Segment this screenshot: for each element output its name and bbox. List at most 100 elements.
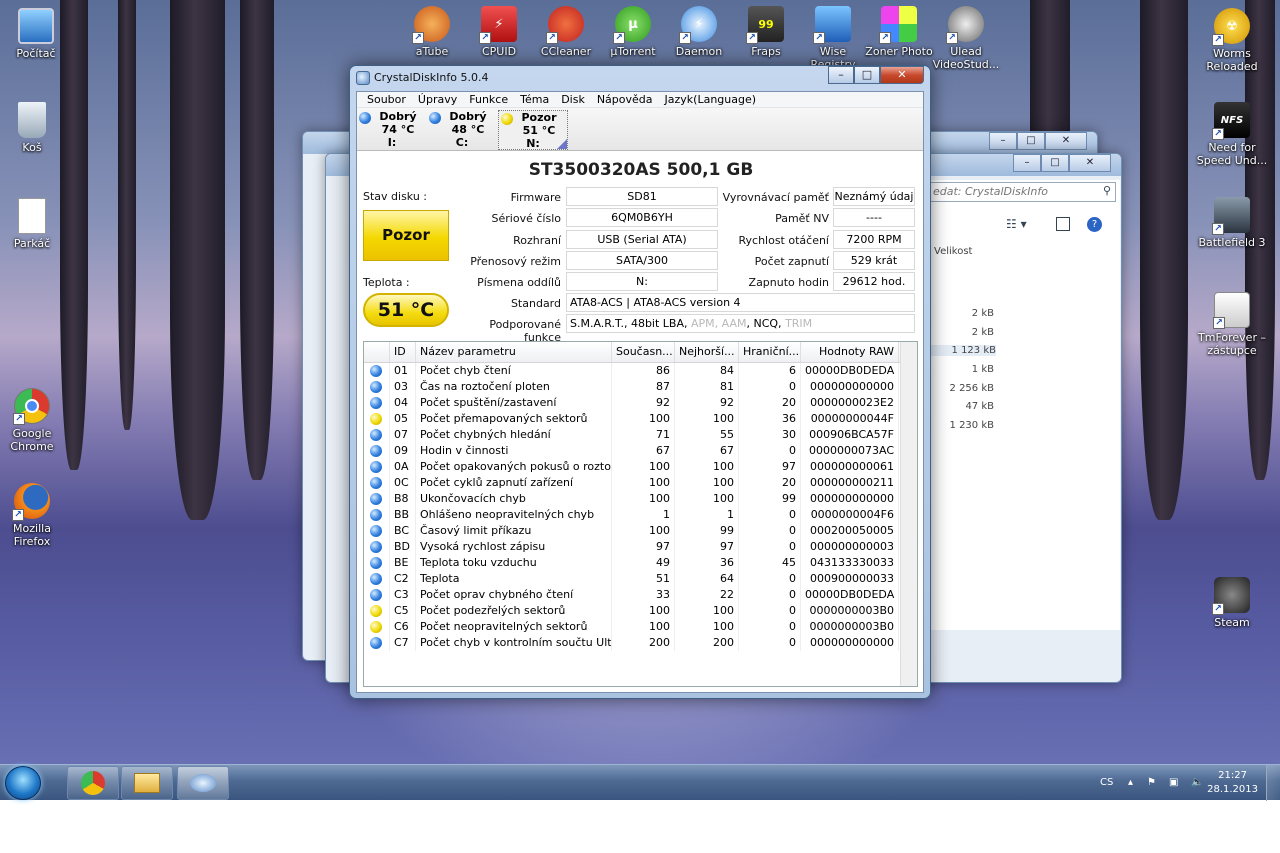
column-header-name[interactable]: Název parametru [416, 342, 612, 362]
desktop-icon-atube[interactable]: ↗ aTube [396, 6, 468, 58]
table-row[interactable]: C5 Počet podezřelých sektorů 100 100 0 000000… [364, 603, 917, 619]
table-row[interactable]: BB Ohlášeno neopravitelných chyb 1 1 0 000000… [364, 507, 917, 523]
desktop-icon-ccleaner[interactable]: ↗ CCleaner [530, 6, 602, 58]
desktop-icon-battlefield[interactable]: ↗ Battlefield 3 [1196, 197, 1268, 249]
desktop-icon-label: Worms Reloaded [1206, 47, 1258, 73]
start-button[interactable] [5, 766, 41, 800]
menu-functions[interactable]: Funkce [463, 92, 514, 107]
desktop-icon-recycle-bin[interactable]: Koš [0, 102, 68, 154]
table-row[interactable]: 0A Počet opakovaných pokusů o rozto... 100… [364, 459, 917, 475]
table-scrollbar[interactable] [900, 342, 917, 686]
status-good-icon [370, 589, 382, 601]
status-cell [364, 443, 390, 459]
threshold-value: 6 [739, 363, 801, 379]
features-value: S.M.A.R.T., 48bit LBA, APM, AAM, NCQ, TR… [566, 314, 915, 333]
show-desktop-button[interactable] [1266, 765, 1280, 801]
standard-label: Standard [510, 297, 561, 310]
disk-tab-c[interactable]: Dobrý 48 °C C: [427, 110, 497, 150]
table-row[interactable]: 07 Počet chybných hledání 71 55 30 000906BCA5… [364, 427, 917, 443]
status-cell [364, 619, 390, 635]
utorrent-icon: µ ↗ [613, 6, 651, 44]
table-row[interactable]: 03 Čas na roztočení ploten 87 81 0 0000000000… [364, 379, 917, 395]
taskbar-chrome-button[interactable] [67, 766, 119, 800]
desktop-icon-utorrent[interactable]: µ ↗ µTorrent [597, 6, 669, 58]
selected-corner-icon [557, 139, 567, 149]
status-cell [364, 379, 390, 395]
table-row[interactable]: BC Časový limit příkazu 100 99 0 000200050005 [364, 523, 917, 539]
view-options-icon[interactable]: ☷ ▾ [1006, 217, 1027, 231]
desktop-icon-computer[interactable]: Počítač [0, 8, 72, 60]
language-indicator[interactable]: CS [1100, 765, 1113, 801]
help-icon[interactable]: ? [1087, 217, 1102, 232]
table-row[interactable]: 05 Počet přemapovaných sektorů 100 100 36 000… [364, 411, 917, 427]
desktop-icon-zoner-photo[interactable]: ↗ Zoner Photo [863, 6, 935, 58]
show-hidden-icons-button[interactable]: ▴ [1128, 765, 1133, 801]
column-header-status[interactable] [364, 342, 390, 362]
menu-theme[interactable]: Téma [514, 92, 555, 107]
threshold-value: 20 [739, 395, 801, 411]
column-header-current[interactable]: Současn... [612, 342, 675, 362]
attribute-id: BD [390, 539, 416, 555]
disk-tab-i[interactable]: Dobrý 74 °C I: [357, 110, 427, 150]
desktop-icon-chrome[interactable]: ↗ Google Chrome [0, 388, 68, 453]
status-good-icon [370, 493, 382, 505]
menu-disk[interactable]: Disk [555, 92, 591, 107]
table-row[interactable]: C3 Počet oprav chybného čtení 33 22 0 00000DB… [364, 587, 917, 603]
raw-value: 000000000000 [801, 635, 899, 651]
attribute-name: Časový limit příkazu [416, 523, 612, 539]
table-row[interactable]: 0C Počet cyklů zapnutí zařízení 100 100 20 00… [364, 475, 917, 491]
table-row[interactable]: C2 Teplota 51 64 0 000900000033 [364, 571, 917, 587]
maximize-button[interactable]: □ [854, 66, 880, 84]
explorer-search-input[interactable]: edat: CrystalDiskInfo ⚲ [928, 182, 1116, 202]
nv-cache-label: Paměť NV [775, 212, 829, 225]
action-center-flag-icon[interactable]: ⚑ [1147, 765, 1156, 801]
desktop-icon-worms[interactable]: ☢ ↗ Worms Reloaded [1196, 8, 1268, 73]
desktop-icon-steam[interactable]: ↗ Steam [1196, 577, 1268, 629]
desktop-icon-label: Koš [22, 141, 42, 154]
desktop-icon-wise-registry[interactable]: ↗ Wise Registry [797, 6, 869, 71]
close-button[interactable]: ✕ [880, 66, 924, 84]
taskbar-crystaldiskinfo-button[interactable] [177, 766, 229, 800]
table-row[interactable]: BE Teplota toku vzduchu 49 36 45 043133330033 [364, 555, 917, 571]
menu-file[interactable]: Soubor [361, 92, 412, 107]
attribute-id: 04 [390, 395, 416, 411]
desktop-icon-fraps[interactable]: 99 ↗ Fraps [730, 6, 802, 58]
desktop-icon-trackmania[interactable]: ↗ TmForever – zástupce [1196, 292, 1268, 357]
table-row[interactable]: C7 Počet chyb v kontrolním součtu Ultr...… [364, 635, 917, 651]
desktop-icon-ulead[interactable]: ↗ Ulead VideoStud... [930, 6, 1002, 71]
table-row[interactable]: 04 Počet spuštění/zastavení 92 92 20 00000000… [364, 395, 917, 411]
attribute-name: Teplota toku vzduchu [416, 555, 612, 571]
table-row[interactable]: 09 Hodin v činnosti 67 67 0 0000000073AC [364, 443, 917, 459]
menu-edit[interactable]: Úpravy [412, 92, 463, 107]
crystaldiskinfo-window[interactable]: CrystalDiskInfo 5.0.4 – □ ✕ Soubor Úprav… [349, 65, 931, 699]
disk-tab-n[interactable]: Pozor 51 °C N: [498, 110, 568, 150]
ulead-icon: ↗ [946, 6, 984, 44]
taskbar-explorer-button[interactable] [121, 766, 173, 800]
menu-language[interactable]: Jazyk(Language) [659, 92, 763, 107]
desktop-icon-firefox[interactable]: ↗ Mozilla Firefox [0, 483, 68, 548]
volume-icon[interactable]: 🔈 [1191, 765, 1203, 801]
network-icon[interactable]: ▣ [1169, 765, 1178, 801]
minimize-button[interactable]: – [828, 66, 854, 84]
system-clock[interactable]: 21:27 28.1.2013 [1207, 769, 1258, 797]
desktop-icon-nfs[interactable]: NFS ↗ Need for Speed Und... [1196, 102, 1268, 167]
buffer-value: Neznámý údaj [833, 187, 915, 206]
column-header-worst[interactable]: Nejhorší... [675, 342, 739, 362]
table-row[interactable]: C6 Počet neopravitelných sektorů 100 100 0 00… [364, 619, 917, 635]
current-value: 100 [612, 523, 675, 539]
column-header-threshold[interactable]: Hraniční... [739, 342, 801, 362]
desktop-icon-cpuid[interactable]: ⚡ ↗ CPUID [463, 6, 535, 58]
table-row[interactable]: B8 Ukončovacích chyb 100 100 99 000000000000 [364, 491, 917, 507]
desktop-icon-label: Google Chrome [10, 427, 54, 453]
desktop-icon-daemon[interactable]: ⚡ ↗ Daemon [663, 6, 735, 58]
column-header-raw[interactable]: Hodnoty RAW [801, 342, 899, 362]
preview-pane-icon[interactable] [1056, 217, 1070, 231]
health-label: Stav disku : [363, 190, 428, 203]
table-row[interactable]: BD Vysoká rychlost zápisu 97 97 0 00000000000… [364, 539, 917, 555]
column-header-size[interactable]: Velikost [934, 246, 972, 257]
column-header-id[interactable]: ID [390, 342, 416, 362]
desktop-icon-document[interactable]: Parkáč [0, 198, 68, 250]
menu-help[interactable]: Nápověda [591, 92, 659, 107]
table-row[interactable]: 01 Počet chyb čtení 86 84 6 00000DB0DEDA [364, 363, 917, 379]
health-status-button[interactable]: Pozor [363, 210, 449, 261]
